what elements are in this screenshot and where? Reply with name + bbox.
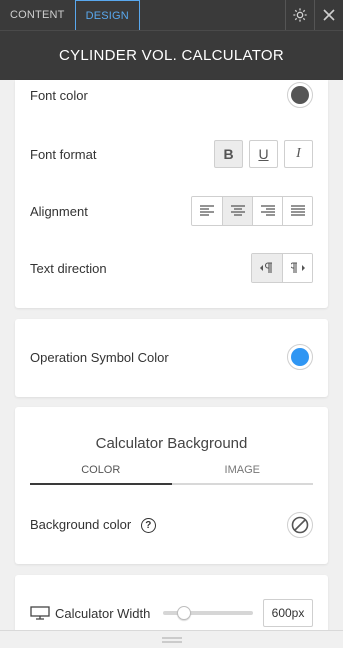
text-direction-buttons [251,253,313,283]
panel-title-bar: CYLINDER VOL. CALCULATOR [0,30,343,80]
align-left-button[interactable] [192,197,222,225]
editor-tab-bar: CONTENT DESIGN [0,0,343,30]
text-direction-row: Text direction [30,253,313,283]
width-slider[interactable] [163,603,253,623]
close-button[interactable] [314,0,343,30]
resize-grip[interactable] [0,630,343,648]
tab-design[interactable]: DESIGN [74,0,140,30]
background-color-swatch[interactable] [287,512,313,538]
subtab-color[interactable]: COLOR [30,463,172,485]
alignment-label: Alignment [30,203,88,219]
background-color-label: Background color [30,516,132,532]
font-color-row: Font color [30,82,313,108]
font-format-buttons: B U I [214,140,313,168]
subtab-image[interactable]: IMAGE [171,463,313,485]
alignment-row: Alignment [30,196,313,226]
monitor-icon [30,606,50,620]
align-center-button[interactable] [222,197,252,225]
width-slider-handle[interactable] [177,606,191,620]
font-color-swatch[interactable] [287,82,313,108]
bold-button[interactable]: B [214,140,243,168]
width-row: Calculator Width 600px [30,598,313,628]
background-color-label-wrap: Background color ? [30,516,156,534]
background-color-row: Background color ? [30,512,313,538]
close-icon [323,9,335,21]
width-label-wrap: Calculator Width [30,606,150,621]
background-card: Calculator Background COLOR IMAGE Backgr… [15,407,328,564]
font-color-swatch-fill [291,86,309,104]
settings-button[interactable] [285,0,314,30]
rtl-paragraph-icon [290,262,305,273]
width-label: Calculator Width [55,605,151,621]
align-left-icon [200,205,214,216]
operation-color-row: Operation Symbol Color [30,344,313,370]
align-right-icon [260,205,275,216]
width-input[interactable]: 600px [263,599,313,627]
background-subtabs: COLOR IMAGE [30,463,313,485]
no-color-icon [291,516,309,534]
alignment-buttons [191,196,313,226]
width-controls: 600px [163,599,313,627]
align-center-icon [230,205,245,216]
panel-title: CYLINDER VOL. CALCULATOR [58,47,285,64]
tab-bar-spacer [140,0,285,30]
underline-button[interactable]: U [249,140,278,168]
text-settings-card: Font color Font format B U I Alignment T… [15,80,328,308]
font-format-label: Font format [30,146,97,162]
operation-color-card: Operation Symbol Color [15,319,328,397]
operation-color-swatch-fill [291,348,309,366]
justify-icon [290,205,305,216]
justify-button[interactable] [282,197,312,225]
tab-content[interactable]: CONTENT [0,0,75,30]
font-color-label: Font color [30,87,88,103]
ltr-button[interactable] [252,254,282,282]
operation-color-label: Operation Symbol Color [30,349,169,365]
drag-handle-icon [161,636,182,643]
gear-icon [293,8,307,22]
help-icon[interactable]: ? [140,518,156,534]
italic-button[interactable]: I [284,140,313,168]
align-right-button[interactable] [252,197,282,225]
rtl-button[interactable] [282,254,312,282]
operation-color-swatch[interactable] [287,344,313,370]
text-direction-label: Text direction [30,260,107,276]
font-format-row: Font format B U I [30,139,313,169]
ltr-paragraph-icon [260,262,272,273]
background-section-title: Calculator Background [95,435,248,452]
